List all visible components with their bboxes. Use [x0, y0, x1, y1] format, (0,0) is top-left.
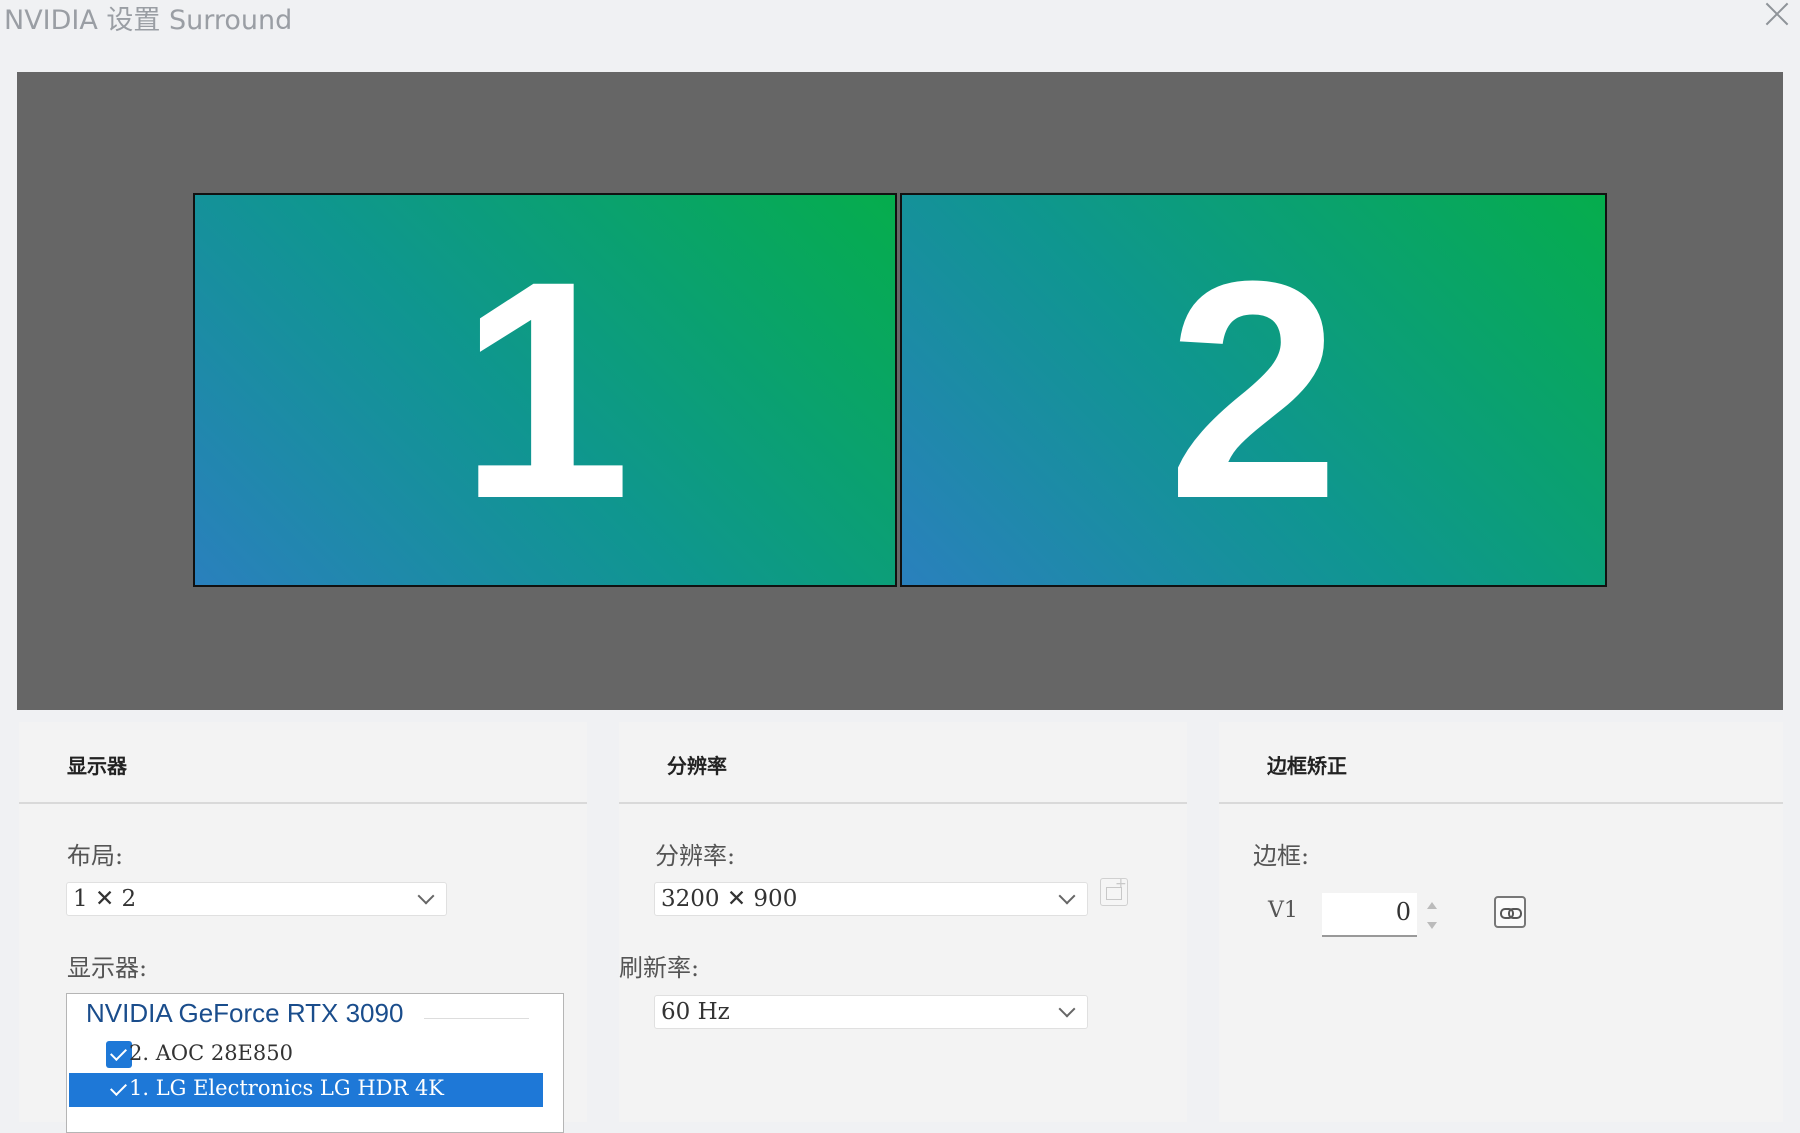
v1-bezel-input[interactable]: 0 [1322, 893, 1417, 937]
displays-label: 显示器: [67, 954, 148, 982]
spin-down-icon[interactable] [1423, 917, 1441, 935]
gpu-name: NVIDIA GeForce RTX 3090 [86, 998, 404, 1028]
v1-bezel-value: 0 [1395, 898, 1411, 926]
resolution-panel: 分辨率 分辨率: 3200 ✕ 900 刷新率: 60 Hz [619, 722, 1187, 1122]
display-item-aoc[interactable]: 2. AOC 28E850 [69, 1038, 543, 1072]
display-panel-title: 显示器 [67, 754, 127, 778]
monitor-1-number: 1 [458, 216, 632, 563]
monitor-1-preview[interactable]: 1 [193, 193, 897, 587]
layout-dropdown[interactable]: 1 ✕ 2 [66, 882, 447, 916]
link-icon[interactable] [1494, 896, 1526, 928]
bezel-panel: 边框矫正 边框: V1 0 [1219, 722, 1783, 1122]
close-icon[interactable] [1762, 0, 1792, 28]
monitor-2-preview[interactable]: 2 [900, 193, 1607, 587]
refresh-rate-label: 刷新率: [619, 954, 700, 982]
resolution-dropdown[interactable]: 3200 ✕ 900 [654, 882, 1088, 916]
layout-value: 1 ✕ 2 [73, 886, 137, 912]
chevron-down-icon [417, 887, 435, 905]
surround-preview: 1 2 [17, 72, 1783, 710]
display-panel: 显示器 布局: 1 ✕ 2 显示器: NVIDIA GeForce RTX 30… [19, 722, 587, 1133]
resolution-label: 分辨率: [655, 842, 736, 870]
custom-resolution-icon[interactable] [1100, 876, 1128, 906]
monitor-2-number: 2 [1167, 216, 1340, 563]
layout-label: 布局: [67, 842, 124, 870]
chevron-down-icon [1058, 887, 1076, 905]
display-item-lg[interactable]: 1. LG Electronics LG HDR 4K [69, 1073, 543, 1107]
refresh-rate-value: 60 Hz [661, 999, 730, 1025]
v1-label: V1 [1268, 898, 1298, 923]
display-list[interactable]: NVIDIA GeForce RTX 3090 2. AOC 28E850 1.… [66, 993, 564, 1133]
refresh-rate-dropdown[interactable]: 60 Hz [654, 995, 1088, 1029]
bezel-panel-header: 边框矫正 [1219, 722, 1783, 804]
display-item-label: 1. LG Electronics LG HDR 4K [129, 1076, 444, 1100]
spin-up-icon[interactable] [1423, 896, 1441, 914]
resolution-value: 3200 ✕ 900 [661, 886, 798, 912]
gpu-divider [424, 1018, 529, 1019]
bezel-panel-title: 边框矫正 [1267, 754, 1347, 778]
display-item-label: 2. AOC 28E850 [129, 1041, 293, 1065]
chevron-down-icon [1058, 1000, 1076, 1018]
title-bar: NVIDIA 设置 Surround [0, 0, 1800, 40]
bezel-label: 边框: [1253, 842, 1310, 870]
resolution-panel-title: 分辨率 [667, 754, 727, 778]
display-panel-header: 显示器 [19, 722, 587, 804]
window-title: NVIDIA 设置 Surround [4, 5, 293, 36]
resolution-panel-header: 分辨率 [619, 722, 1187, 804]
